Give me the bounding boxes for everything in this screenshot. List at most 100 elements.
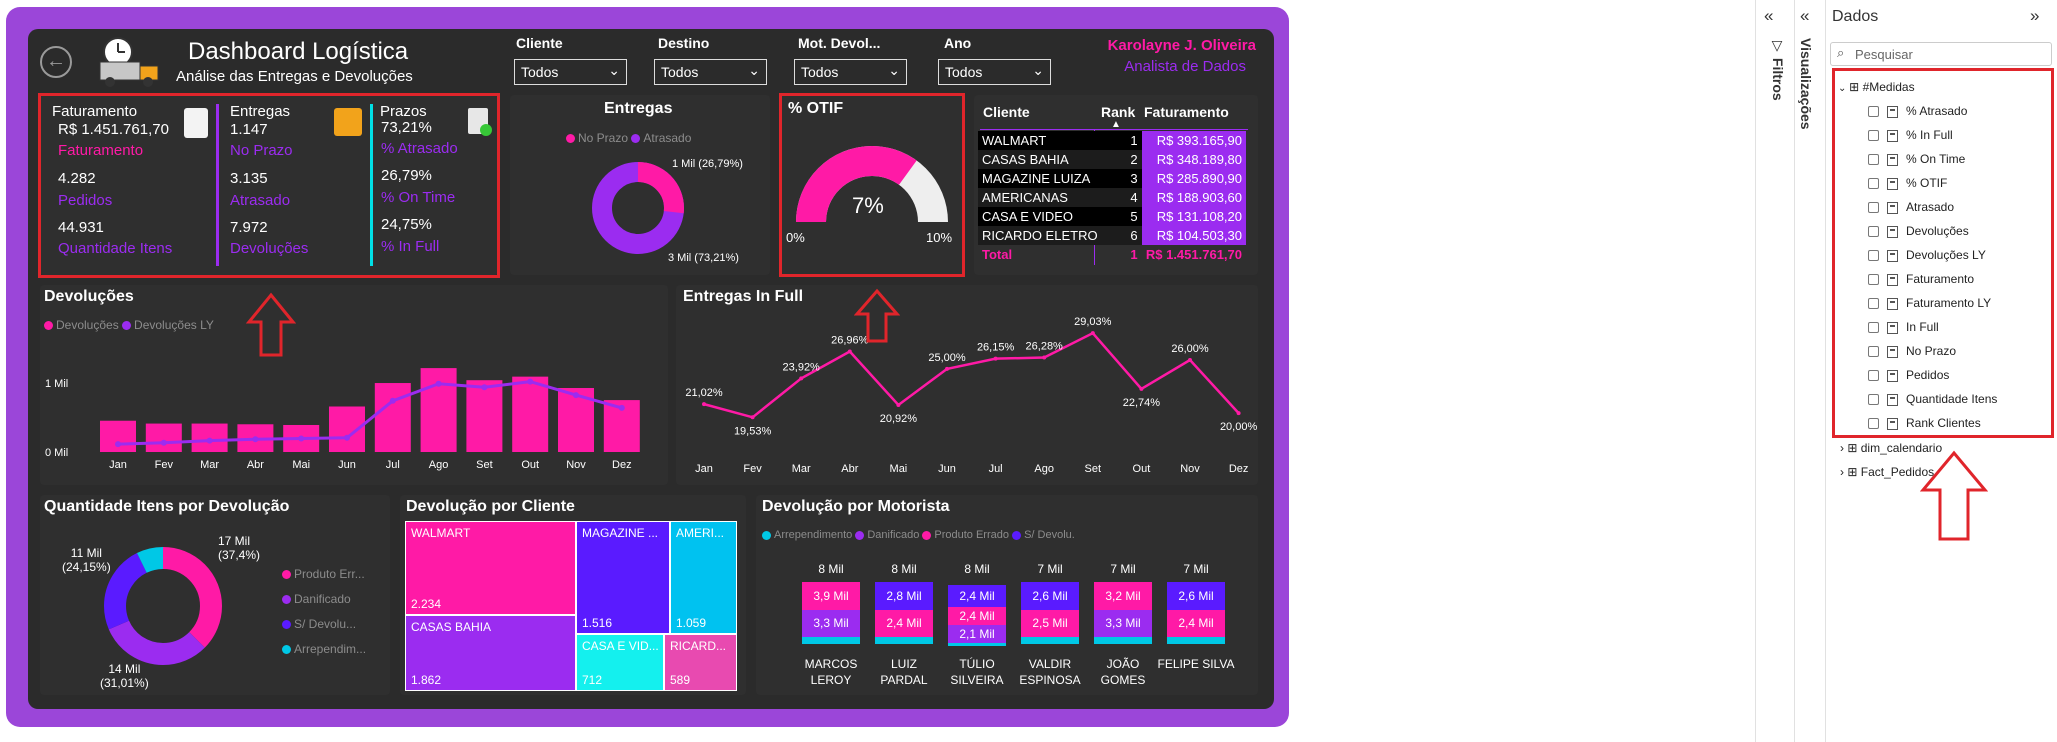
point-infull[interactable]: [702, 402, 706, 407]
chart-title: Quantidade Itens por Devolução: [44, 498, 290, 515]
bar-segment[interactable]: [948, 643, 1006, 646]
table-row[interactable]: CASAS BAHIA 2 R$ 348.189,80: [978, 150, 1246, 169]
bar-segment[interactable]: 3,3 Mil: [802, 610, 860, 637]
treemap-cell-ricardo[interactable]: RICARD... 589: [664, 634, 737, 691]
cell-value: 1.516: [582, 616, 613, 630]
bar-segment[interactable]: [802, 637, 860, 644]
point-devolucoes-ly[interactable]: [344, 434, 350, 441]
point-devolucoes-ly[interactable]: [206, 437, 213, 444]
y-tick: 1 Mil: [45, 378, 68, 390]
point-infull[interactable]: [1188, 358, 1192, 362]
bar-total-label: 8 Mil: [891, 562, 917, 576]
col-header-cliente[interactable]: Cliente: [983, 104, 1030, 120]
chevron-down-icon: ⌄: [608, 62, 620, 78]
bar-segment[interactable]: [1167, 637, 1225, 644]
bar-segment[interactable]: 3,2 Mil: [1094, 582, 1152, 610]
point-devolucoes-ly[interactable]: [160, 439, 167, 446]
cell-value: 2.234: [411, 597, 442, 611]
slicer-ano[interactable]: Todos ⌄: [938, 59, 1051, 85]
bar-segment[interactable]: 2,1 Mil: [948, 625, 1006, 643]
point-devolucoes-ly[interactable]: [435, 380, 442, 387]
bar-segment[interactable]: 2,4 Mil: [1167, 610, 1225, 637]
point-infull[interactable]: [1090, 331, 1095, 336]
point-devolucoes-ly[interactable]: [389, 397, 396, 404]
bar-segment[interactable]: [1021, 637, 1079, 644]
point-infull[interactable]: [896, 402, 901, 407]
bar-devolucoes[interactable]: [512, 376, 549, 452]
collapse-visualizacoes-icon[interactable]: «: [1800, 6, 1809, 26]
bar-segment[interactable]: 2,4 Mil: [948, 585, 1006, 607]
slicer-cliente[interactable]: Todos ⌄: [514, 59, 627, 85]
table-row[interactable]: MAGAZINE LUIZA 3 R$ 285.890,90: [978, 169, 1246, 188]
back-arrow-icon[interactable]: ←: [40, 46, 72, 78]
bar-segment[interactable]: 2,4 Mil: [875, 610, 933, 637]
bar-devolucoes[interactable]: [145, 423, 182, 452]
legend-label: S/ Devolu.: [1024, 529, 1075, 541]
bar-devolucoes[interactable]: [374, 383, 411, 452]
y-tick: 0 Mil: [45, 447, 68, 459]
bar-segment[interactable]: 2,8 Mil: [875, 582, 933, 610]
bar-segment[interactable]: 2,6 Mil: [1167, 582, 1225, 610]
chevron-down-icon: ⌄: [1032, 62, 1044, 78]
treemap-cell-walmart[interactable]: WALMART 2.234: [405, 521, 576, 615]
point-infull[interactable]: [1236, 411, 1241, 416]
x-tick: Dez: [1229, 463, 1249, 475]
donut-label: 3 Mil (73,21%): [668, 252, 739, 264]
slicer-motivo[interactable]: Todos ⌄: [794, 59, 907, 85]
treemap-cell-magazine[interactable]: MAGAZINE ... 1.516: [576, 521, 670, 634]
page-title: Dashboard Logística: [188, 38, 409, 65]
point-infull[interactable]: [847, 349, 852, 354]
treemap-cell-americanas[interactable]: AMERI... 1.059: [670, 521, 737, 634]
table-icon: ⊞: [1847, 441, 1861, 455]
chevron-down-icon: ⌄: [888, 62, 900, 78]
bar-devolucoes[interactable]: [466, 380, 503, 452]
point-infull[interactable]: [1042, 355, 1047, 360]
filtros-pane-tab[interactable]: ▽ Filtros: [1770, 38, 1786, 101]
cell-name: AMERI...: [676, 526, 725, 540]
bar-segment[interactable]: 2,6 Mil: [1021, 582, 1079, 610]
chart-title: Entregas In Full: [683, 288, 804, 305]
point-devolucoes-ly[interactable]: [115, 441, 121, 448]
point-devolucoes-ly[interactable]: [481, 384, 488, 391]
col-header-rank[interactable]: Rank: [1101, 104, 1135, 120]
bar-segment[interactable]: 3,9 Mil: [802, 582, 860, 610]
bar-segment[interactable]: [1094, 637, 1152, 644]
chart-legend: Arrependimento Danificado Produto Errado…: [762, 529, 1075, 541]
point-infull[interactable]: [799, 376, 804, 381]
point-infull[interactable]: [1139, 386, 1144, 391]
table-row[interactable]: AMERICANAS 4 R$ 188.903,60: [978, 188, 1246, 207]
bar-devolucoes[interactable]: [420, 368, 457, 452]
search-input[interactable]: ⌕ Pesquisar: [1830, 42, 2052, 66]
point-infull[interactable]: [945, 366, 949, 371]
point-devolucoes-ly[interactable]: [252, 436, 259, 443]
point-devolucoes-ly[interactable]: [298, 435, 305, 442]
chart-legend: No Prazo Atrasado: [566, 131, 691, 145]
legend-label: Produto Err...: [294, 567, 365, 581]
cell-cliente: RICARDO ELETRO: [978, 226, 1102, 245]
table-row[interactable]: WALMART 1 R$ 393.165,90: [978, 131, 1246, 150]
bar-devolucoes[interactable]: [100, 420, 136, 452]
bar-segment[interactable]: 2,5 Mil: [1021, 610, 1079, 637]
visualizacoes-pane-tab[interactable]: Visualizações: [1798, 38, 1814, 130]
collapse-filtros-icon[interactable]: «: [1764, 6, 1773, 26]
point-devolucoes-ly[interactable]: [573, 392, 579, 399]
treemap-cell-casa-video[interactable]: CASA E VID... 712: [576, 634, 664, 691]
x-tick: Ago: [429, 459, 449, 471]
collapse-dados-icon[interactable]: »: [2030, 6, 2039, 26]
legend-label: Produto Errado: [934, 529, 1009, 541]
legend-item: S/ Devolu...: [282, 612, 366, 637]
point-devolucoes-ly[interactable]: [527, 378, 534, 385]
bar-segment[interactable]: [875, 637, 933, 644]
cell-rank: 1: [1101, 131, 1142, 150]
point-devolucoes-ly[interactable]: [618, 404, 625, 411]
treemap-cell-casas-bahia[interactable]: CASAS BAHIA 1.862: [405, 615, 576, 691]
table-row[interactable]: CASA E VIDEO 5 R$ 131.108,20: [978, 207, 1246, 226]
col-header-faturamento[interactable]: Faturamento: [1144, 104, 1229, 120]
bar-segment[interactable]: 3,3 Mil: [1094, 610, 1152, 637]
point-infull[interactable]: [750, 415, 755, 420]
slicer-destino[interactable]: Todos ⌄: [654, 59, 767, 85]
bar-segment[interactable]: 2,4 Mil: [948, 607, 1006, 625]
point-infull[interactable]: [993, 356, 998, 361]
table-row[interactable]: RICARDO ELETRO 6 R$ 104.503,30: [978, 226, 1246, 245]
data-label: 22,74%: [1123, 397, 1161, 409]
